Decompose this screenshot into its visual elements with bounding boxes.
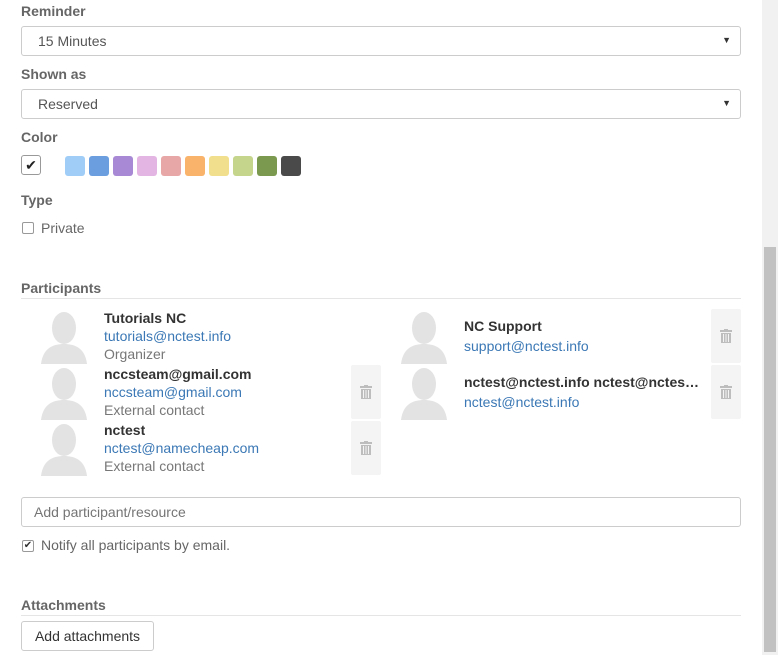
participant-email-link[interactable]: support@nctest.info [464,338,589,354]
participant-name: nctest@nctest.info nctest@nctest.info [464,374,701,390]
shown-as-select[interactable]: Reserved ▼ [21,89,741,119]
trash-icon [360,385,372,399]
participant-role: Organizer [104,346,166,362]
trash-icon [360,441,372,455]
reminder-label: Reminder [21,3,86,19]
color-swatch-green[interactable] [257,156,277,176]
remove-participant-button[interactable] [351,421,381,475]
check-icon: ✔ [25,157,37,173]
shown-as-value: Reserved [38,96,98,112]
notify-checkbox[interactable]: ✔ [22,540,34,552]
color-swatch-orange[interactable] [185,156,205,176]
participants-label: Participants [21,280,102,296]
scrollbar[interactable] [762,0,778,655]
color-swatch-yellow[interactable] [209,156,229,176]
dropdown-caret-icon: ▼ [722,98,731,108]
avatar-icon [401,312,447,364]
remove-participant-button[interactable] [351,365,381,419]
dropdown-caret-icon: ▼ [722,35,731,45]
remove-participant-button[interactable] [711,309,741,363]
participant-name: Tutorials NC [104,310,187,326]
participant-name: nctest [104,422,146,438]
color-swatch-light-blue[interactable] [65,156,85,176]
color-default-checkbox[interactable]: ✔ [21,155,41,175]
reminder-value: 15 Minutes [38,33,107,49]
participant-role: External contact [104,458,205,474]
scrollbar-thumb[interactable] [764,247,776,652]
color-swatch-purple[interactable] [113,156,133,176]
reminder-select[interactable]: 15 Minutes ▼ [21,26,741,56]
color-swatch-pink[interactable] [137,156,157,176]
shown-as-label: Shown as [21,66,87,82]
color-swatch-rose[interactable] [161,156,181,176]
attachments-label: Attachments [21,597,106,613]
avatar-icon [41,312,87,364]
participant-email-link[interactable]: nctest@namecheap.com [104,440,259,456]
add-attachments-button[interactable]: Add attachments [21,621,154,651]
participants-divider [21,298,741,299]
participant-item: NC Support support@nctest.info [381,310,741,366]
check-icon: ✔ [23,540,33,551]
participant-email-link[interactable]: nctest@nctest.info [464,394,579,410]
participant-item: Tutorials NC tutorials@nctest.info Organ… [21,310,381,366]
color-swatch-dark-gray[interactable] [281,156,301,176]
color-swatch-blue[interactable] [89,156,109,176]
private-checkbox[interactable] [22,222,34,234]
participant-role: External contact [104,402,205,418]
participant-item: nctest nctest@namecheap.com External con… [21,422,381,478]
trash-icon [720,329,732,343]
color-label: Color [21,129,58,145]
notify-label: Notify all participants by email. [41,537,231,553]
private-label: Private [41,220,85,236]
participant-name: NC Support [464,318,542,334]
participant-item: nctest@nctest.info nctest@nctest.info nc… [381,366,741,422]
participant-email-link[interactable]: nccsteam@gmail.com [104,384,242,400]
remove-participant-button[interactable] [711,365,741,419]
type-label: Type [21,192,53,208]
attachments-divider [21,615,741,616]
participant-item: nccsteam@gmail.com nccsteam@gmail.com Ex… [21,366,381,422]
participant-email-link[interactable]: tutorials@nctest.info [104,328,231,344]
avatar-icon [41,424,87,476]
color-swatch-light-green[interactable] [233,156,253,176]
add-participant-input[interactable] [21,497,741,527]
participant-name: nccsteam@gmail.com [104,366,252,382]
avatar-icon [41,368,87,420]
avatar-icon [401,368,447,420]
trash-icon [720,385,732,399]
